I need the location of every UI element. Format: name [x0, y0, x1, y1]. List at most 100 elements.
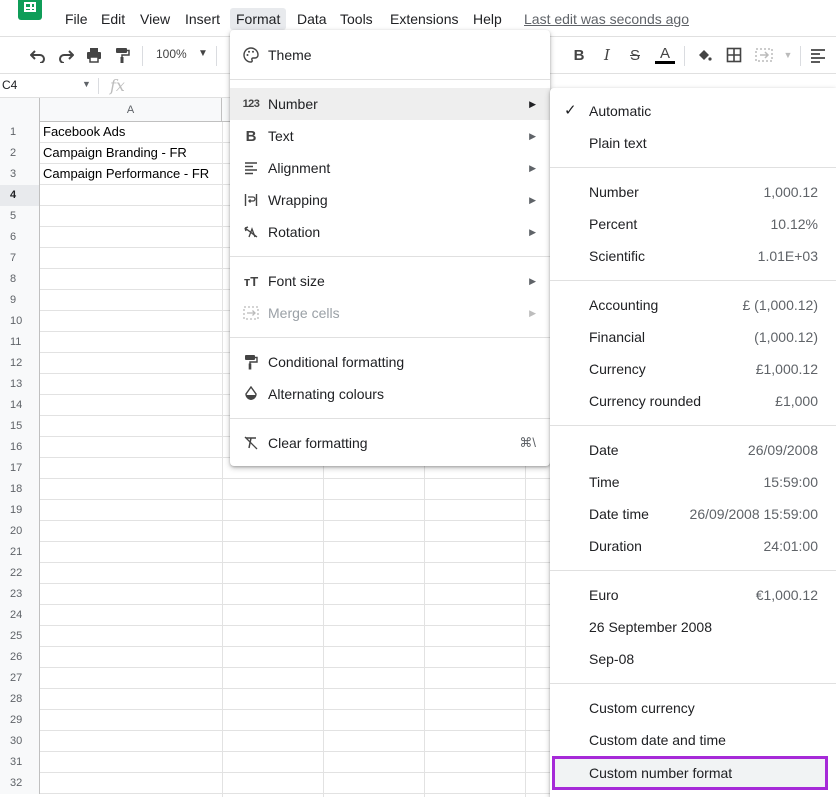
row-header[interactable]: 10 [0, 311, 40, 332]
number-currency-item[interactable]: Currency £1,000.12 [550, 353, 836, 385]
row-header[interactable]: 8 [0, 269, 40, 290]
column-header-a[interactable]: A [40, 98, 222, 122]
row-header[interactable]: 7 [0, 248, 40, 269]
last-edit-link[interactable]: Last edit was seconds ago [524, 8, 689, 30]
row-header[interactable]: 23 [0, 584, 40, 605]
toolbar-separator [142, 46, 143, 66]
format-alignment-item[interactable]: Alignment ▶ [230, 152, 550, 184]
row-header[interactable]: 14 [0, 395, 40, 416]
row-header[interactable]: 18 [0, 479, 40, 500]
row-header[interactable]: 29 [0, 710, 40, 731]
row-header[interactable]: 5 [0, 206, 40, 227]
number-date-item[interactable]: Date 26/09/2008 [550, 434, 836, 466]
format-conditional-item[interactable]: Conditional formatting [230, 346, 550, 378]
row-header[interactable]: 9 [0, 290, 40, 311]
italic-icon[interactable]: I [597, 45, 617, 65]
alternating-colours-icon [242, 385, 260, 403]
format-alternating-item[interactable]: Alternating colours [230, 378, 550, 410]
number-automatic-item[interactable]: ✓ Automatic [550, 95, 836, 127]
row-header[interactable]: 28 [0, 689, 40, 710]
row-header[interactable]: 2 [0, 143, 40, 164]
paint-format-icon[interactable] [112, 45, 132, 65]
number-euro-item[interactable]: Euro €1,000.12 [550, 579, 836, 611]
format-font-size-item[interactable]: ᴛT Font size ▶ [230, 265, 550, 297]
row-header[interactable]: 17 [0, 458, 40, 479]
print-icon[interactable] [84, 45, 104, 65]
merge-caret-icon[interactable]: ▼ [778, 45, 798, 65]
name-box-caret-icon[interactable]: ▼ [82, 79, 91, 89]
sheets-logo-icon[interactable] [18, 0, 42, 20]
bold-icon[interactable]: B [569, 45, 589, 65]
format-rotation-item[interactable]: Rotation ▶ [230, 216, 550, 248]
zoom-caret-icon[interactable]: ▼ [198, 48, 208, 59]
row-header[interactable]: 21 [0, 542, 40, 563]
format-theme-item[interactable]: Theme [230, 39, 550, 71]
menu-edit[interactable]: Edit [95, 8, 131, 30]
borders-icon[interactable] [724, 45, 744, 65]
select-all-corner[interactable] [0, 98, 40, 122]
number-long-date-item[interactable]: 26 September 2008 [550, 611, 836, 643]
number-number-item[interactable]: Number 1,000.12 [550, 176, 836, 208]
row-header[interactable]: 20 [0, 521, 40, 542]
submenu-arrow-icon: ▶ [529, 308, 536, 318]
row-header[interactable]: 25 [0, 626, 40, 647]
menu-extensions[interactable]: Extensions [384, 8, 464, 30]
menu-help[interactable]: Help [467, 8, 508, 30]
number-scientific-item[interactable]: Scientific 1.01E+03 [550, 240, 836, 272]
row-header[interactable]: 15 [0, 416, 40, 437]
row-header[interactable]: 22 [0, 563, 40, 584]
number-accounting-example: £ (1,000.12) [742, 297, 819, 313]
cell-a[interactable]: Facebook Ads [41, 122, 125, 142]
number-euro-example: €1,000.12 [755, 587, 818, 603]
row-header[interactable]: 6 [0, 227, 40, 248]
text-color-icon[interactable]: A [655, 45, 675, 65]
fill-color-icon[interactable] [694, 45, 714, 65]
row-header[interactable]: 24 [0, 605, 40, 626]
row-header[interactable]: 4 [0, 185, 40, 206]
strikethrough-icon[interactable]: S [625, 45, 645, 65]
format-text-item[interactable]: B Text ▶ [230, 120, 550, 152]
undo-icon[interactable] [28, 45, 48, 65]
number-financial-item[interactable]: Financial (1,000.12) [550, 321, 836, 353]
align-icon[interactable] [808, 45, 828, 65]
format-alignment-label: Alignment [268, 160, 331, 176]
custom-number-format-item[interactable]: Custom number format [552, 756, 828, 790]
menu-format[interactable]: Format [230, 8, 287, 30]
cell-a[interactable]: Campaign Performance - FR [41, 164, 209, 184]
number-time-item[interactable]: Time 15:59:00 [550, 466, 836, 498]
menu-file[interactable]: File [59, 8, 94, 30]
row-header[interactable]: 30 [0, 731, 40, 752]
row-header[interactable]: 26 [0, 647, 40, 668]
zoom-select[interactable]: 100% [156, 47, 187, 61]
redo-icon[interactable] [56, 45, 76, 65]
row-header[interactable]: 31 [0, 752, 40, 773]
number-plain-text-item[interactable]: Plain text [550, 127, 836, 159]
cell-a[interactable]: Campaign Branding - FR [41, 143, 187, 163]
number-short-month-item[interactable]: Sep-08 [550, 643, 836, 675]
menu-insert[interactable]: Insert [179, 8, 226, 30]
number-percent-item[interactable]: Percent 10.12% [550, 208, 836, 240]
number-accounting-item[interactable]: Accounting £ (1,000.12) [550, 289, 836, 321]
format-clear-item[interactable]: Clear formatting ⌘\ [230, 427, 550, 459]
number-date-time-item[interactable]: Date time 26/09/2008 15:59:00 [550, 498, 836, 530]
row-header[interactable]: 27 [0, 668, 40, 689]
row-header[interactable]: 32 [0, 773, 40, 794]
name-box[interactable]: C4 [2, 78, 17, 92]
custom-date-time-item[interactable]: Custom date and time [550, 724, 836, 756]
format-number-item[interactable]: 123 Number ▶ [230, 88, 550, 120]
custom-currency-item[interactable]: Custom currency [550, 692, 836, 724]
row-header[interactable]: 11 [0, 332, 40, 353]
number-duration-item[interactable]: Duration 24:01:00 [550, 530, 836, 562]
row-header[interactable]: 12 [0, 353, 40, 374]
number-currency-rounded-item[interactable]: Currency rounded £1,000 [550, 385, 836, 417]
merge-cells-icon[interactable] [754, 45, 774, 65]
row-header[interactable]: 13 [0, 374, 40, 395]
row-header[interactable]: 19 [0, 500, 40, 521]
menu-tools[interactable]: Tools [334, 8, 379, 30]
menu-view[interactable]: View [134, 8, 176, 30]
row-header[interactable]: 16 [0, 437, 40, 458]
menu-data[interactable]: Data [291, 8, 333, 30]
format-wrapping-item[interactable]: Wrapping ▶ [230, 184, 550, 216]
row-header[interactable]: 3 [0, 164, 40, 185]
row-header[interactable]: 1 [0, 122, 40, 143]
